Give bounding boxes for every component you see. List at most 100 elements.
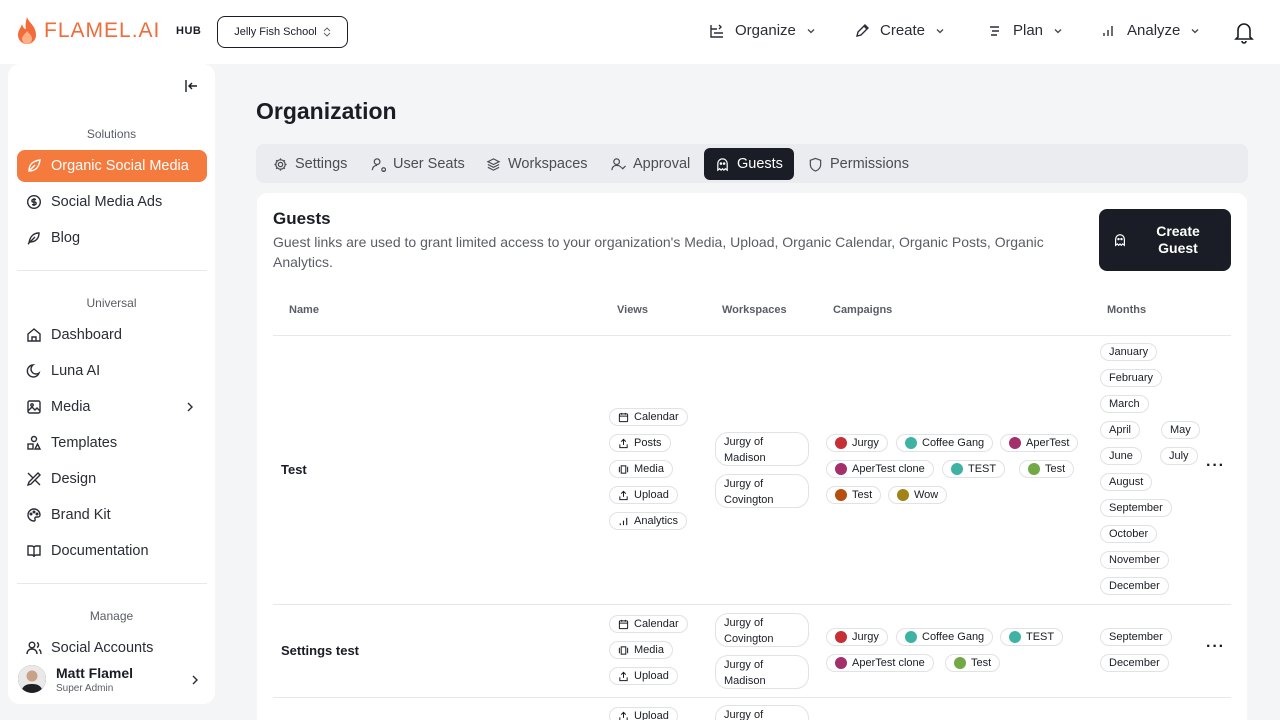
campaign-label: AperTest clone <box>852 463 925 475</box>
workspace-chip: Jurgy of <box>715 705 809 720</box>
campaign-color-dot <box>897 489 909 501</box>
month-chip: December <box>1100 654 1169 672</box>
nav-plan[interactable]: Plan <box>987 22 1063 39</box>
campaign-label: AperTest <box>1026 437 1070 449</box>
collapse-sidebar-icon[interactable] <box>184 78 200 94</box>
tab-settings[interactable]: Settings <box>273 148 347 180</box>
nav-analyze[interactable]: Analyze <box>1101 22 1200 39</box>
sidebar-item-social-media-ads[interactable]: Social Media Ads <box>17 186 207 218</box>
view-label: Media <box>634 463 664 475</box>
column-header-campaigns[interactable]: Campaigns <box>833 304 892 316</box>
campaign-label: Test <box>971 657 992 669</box>
month-chip: May <box>1161 421 1200 439</box>
tab-permissions[interactable]: Permissions <box>808 148 909 180</box>
view-chip-calendar: Calendar <box>609 408 688 426</box>
campaign-chip: Jurgy <box>826 434 888 452</box>
campaign-color-dot <box>835 657 847 669</box>
campaign-chip: AperTest <box>1000 434 1079 452</box>
column-header-views[interactable]: Views <box>617 304 648 316</box>
section-title: Guests <box>273 209 331 228</box>
sidebar-item-templates[interactable]: Templates <box>17 427 207 459</box>
sidebar-item-organic-social-media[interactable]: Organic Social Media <box>17 150 207 182</box>
view-label: Media <box>634 644 664 656</box>
more-options-icon[interactable]: ··· <box>1206 638 1225 656</box>
guest-name: Settings test <box>281 643 360 658</box>
page-title: Organization <box>256 98 397 124</box>
tab-label: Approval <box>633 156 691 172</box>
ghost-icon <box>715 157 730 172</box>
calendar-icon <box>618 619 629 630</box>
campaign-color-dot <box>1009 437 1021 449</box>
nav-create[interactable]: Create <box>854 22 945 39</box>
share-icon <box>618 438 629 449</box>
palette-icon <box>26 507 42 523</box>
campaign-color-dot <box>1028 463 1040 475</box>
month-chip: March <box>1100 395 1149 413</box>
create-guest-button[interactable]: Create Guest <box>1099 209 1231 271</box>
ghost-icon <box>1113 233 1127 247</box>
campaign-color-dot <box>905 437 917 449</box>
user-profile[interactable]: Matt Flamel Super Admin <box>8 654 215 704</box>
dollar-icon <box>26 194 42 210</box>
chevron-right-icon <box>185 401 195 413</box>
sidebar-item-media[interactable]: Media <box>17 391 207 423</box>
sidebar-item-label: Blog <box>51 230 81 246</box>
user-search-icon <box>371 157 386 172</box>
campaign-chip: Wow <box>888 486 948 504</box>
campaign-chip: Test <box>826 486 882 504</box>
month-chip: October <box>1100 525 1158 543</box>
top-bar: FLAMEL.AI HUB Jelly Fish School Organize… <box>0 0 1280 64</box>
sidebar-item-dashboard[interactable]: Dashboard <box>17 319 207 351</box>
workspace-chip: Jurgy of Madison <box>715 432 809 466</box>
view-label: Calendar <box>634 411 679 423</box>
sidebar-item-label: Media <box>51 399 91 415</box>
tab-approval[interactable]: Approval <box>611 148 690 180</box>
tab-label: User Seats <box>393 156 465 172</box>
section-solutions-label: Solutions <box>86 127 137 141</box>
bar-chart-icon <box>1101 23 1117 39</box>
month-chip: February <box>1100 369 1163 387</box>
campaign-label: AperTest clone <box>852 657 925 669</box>
user-role: Super Admin <box>56 682 114 694</box>
bar-chart-icon <box>618 516 629 527</box>
tab-workspaces[interactable]: Workspaces <box>486 148 588 180</box>
workspace-select[interactable]: Jelly Fish School <box>217 16 348 48</box>
organize-icon <box>709 23 725 39</box>
month-chip: November <box>1100 551 1169 569</box>
workspace-chip: Jurgy of Covington <box>715 474 809 508</box>
sidebar-item-design[interactable]: Design <box>17 463 207 495</box>
sidebar-item-blog[interactable]: Blog <box>17 222 207 254</box>
view-chip-media: Media <box>609 460 673 478</box>
sidebar-item-luna-ai[interactable]: Luna AI <box>17 355 207 387</box>
sidebar-item-documentation[interactable]: Documentation <box>17 535 207 567</box>
bell-icon[interactable] <box>1233 20 1255 44</box>
tab-guests[interactable]: Guests <box>704 148 794 180</box>
column-header-workspaces[interactable]: Workspaces <box>722 304 787 316</box>
section-description: Guest links are used to grant limited ac… <box>273 234 1044 270</box>
gear-icon <box>273 157 288 172</box>
sidebar-item-label: Organic Social Media <box>51 158 189 174</box>
campaign-label: TEST <box>1026 631 1055 643</box>
brand-logo[interactable]: FLAMEL.AI <box>16 16 160 46</box>
view-chip-media: Media <box>609 641 673 659</box>
view-chip-posts: Posts <box>609 434 671 452</box>
home-icon <box>26 327 42 343</box>
campaign-chip: Coffee Gang <box>896 628 994 646</box>
section-universal-label: Universal <box>86 296 137 310</box>
view-label: Upload <box>634 670 669 682</box>
tab-user-seats[interactable]: User Seats <box>371 148 465 180</box>
column-header-name[interactable]: Name <box>289 304 319 316</box>
column-header-months[interactable]: Months <box>1107 304 1146 316</box>
campaign-color-dot <box>951 463 963 475</box>
month-chip: August <box>1100 473 1153 491</box>
more-options-icon[interactable]: ··· <box>1206 457 1225 475</box>
month-chip: September <box>1100 499 1172 517</box>
upload-icon <box>618 490 629 501</box>
sidebar-item-brand-kit[interactable]: Brand Kit <box>17 499 207 531</box>
flame-icon <box>16 16 38 46</box>
campaign-chip: Test <box>945 654 1001 672</box>
view-label: Analytics <box>634 515 679 527</box>
campaign-chip: Jurgy <box>826 628 888 646</box>
nav-organize[interactable]: Organize <box>709 22 816 39</box>
campaign-color-dot <box>835 463 847 475</box>
